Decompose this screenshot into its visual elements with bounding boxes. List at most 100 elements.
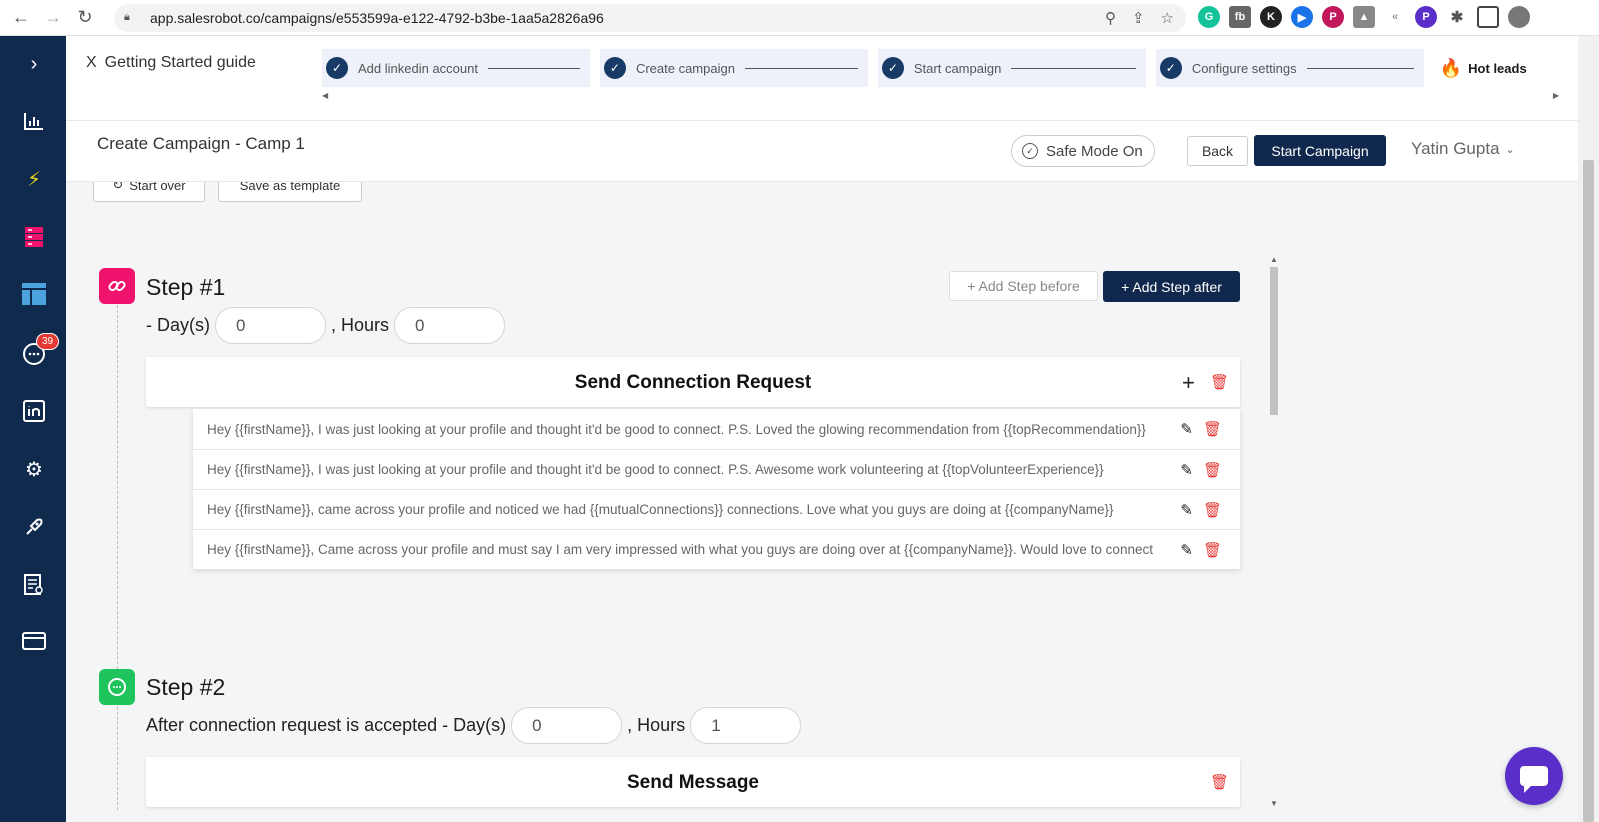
step-2-delay: After connection request is accepted - D…: [146, 707, 802, 744]
add-step-before-button[interactable]: + Add Step before: [949, 271, 1098, 301]
guide-step-hot-leads[interactable]: 🔥 Hot leads: [1433, 49, 1538, 87]
profile-avatar[interactable]: [1508, 6, 1530, 28]
rocket-icon[interactable]: [21, 514, 47, 540]
database-icon[interactable]: [21, 224, 47, 250]
list-item: Hey {{firstName}}, came across your prof…: [193, 489, 1240, 529]
image-extension-icon[interactable]: ▲: [1353, 6, 1375, 28]
step-1-hours-input[interactable]: 0: [394, 307, 506, 344]
k-extension-icon[interactable]: K: [1260, 6, 1282, 28]
back-arrow-icon[interactable]: ←: [10, 7, 32, 29]
page-scrollbar-thumb[interactable]: [1583, 160, 1594, 822]
linkedin-icon[interactable]: [21, 398, 47, 424]
layout-template-icon[interactable]: [21, 281, 47, 307]
delete-trash-icon[interactable]: 🗑︎: [1203, 541, 1222, 559]
guide-step-create-campaign[interactable]: ✓ Create campaign: [599, 49, 868, 87]
guide-title: X Getting Started guide: [86, 54, 256, 72]
scrollbar-thumb[interactable]: [1270, 267, 1278, 415]
user-menu[interactable]: Yatin Gupta ⌄: [1411, 139, 1515, 159]
message-text: Hey {{firstName}}, I was just looking at…: [207, 421, 1146, 437]
list-item: Hey {{firstName}}, I was just looking at…: [193, 449, 1240, 489]
list-item: Hey {{firstName}}, I was just looking at…: [193, 409, 1240, 449]
support-chat-button[interactable]: [1505, 747, 1563, 805]
scroll-down-icon[interactable]: ▼: [1270, 799, 1278, 808]
guide-horizontal-scrollbar[interactable]: ◀ ▶: [322, 91, 1559, 103]
back-button[interactable]: Back: [1187, 136, 1248, 166]
message-bubble-icon: [99, 669, 135, 705]
analytics-chart-icon[interactable]: [21, 108, 47, 134]
lightning-bolt-icon[interactable]: ⚡︎: [21, 166, 47, 192]
check-icon: ✓: [881, 57, 904, 79]
address-bar[interactable]: 🔒︎ app.salesrobot.co/campaigns/e553599a-…: [114, 4, 1186, 32]
safe-mode-toggle[interactable]: ✓ Safe Mode On: [1011, 135, 1155, 167]
campaign-header: Create Campaign - Camp 1 ✓ Safe Mode On …: [66, 120, 1578, 182]
getting-started-guide: X Getting Started guide ✓ Add linkedin a…: [66, 36, 1599, 120]
scroll-left-icon[interactable]: ◀: [322, 91, 328, 100]
fire-icon: 🔥: [1439, 57, 1463, 78]
scroll-right-icon[interactable]: ▶: [1553, 91, 1559, 100]
page-title: Create Campaign - Camp 1: [97, 134, 305, 153]
grammarly-extension-icon[interactable]: G: [1198, 6, 1220, 28]
steps-timeline-line: [117, 300, 118, 810]
rewind-extension-icon[interactable]: «: [1384, 6, 1406, 28]
message-text: Hey {{firstName}}, came across your prof…: [207, 502, 1114, 517]
link-icon: [99, 268, 135, 304]
step-2-days-input[interactable]: 0: [511, 707, 623, 744]
list-item: Hey {{firstName}}, Came across your prof…: [193, 529, 1240, 569]
send-connection-request-card: Send Connection Request + 🗑︎: [146, 357, 1240, 407]
puzzle-extensions-icon[interactable]: ✱: [1446, 6, 1468, 28]
guide-step-add-linkedin[interactable]: ✓ Add linkedin account: [322, 49, 590, 87]
delete-trash-icon[interactable]: 🗑︎: [1203, 461, 1222, 479]
check-icon: ✓: [326, 57, 348, 79]
chevron-down-icon: ⌄: [1505, 143, 1515, 156]
zoom-icon[interactable]: ⚲: [1105, 9, 1116, 27]
message-text: Hey {{firstName}}, I was just looking at…: [207, 462, 1104, 477]
edit-pencil-icon[interactable]: ✎: [1180, 420, 1193, 438]
p-extension-icon[interactable]: P: [1322, 6, 1344, 28]
action-title: Send Message: [627, 772, 759, 793]
delete-trash-icon[interactable]: 🗑︎: [1203, 420, 1222, 438]
page-scrollbar[interactable]: [1578, 36, 1599, 822]
report-document-icon[interactable]: [21, 572, 47, 598]
delete-trash-icon[interactable]: 🗑︎: [1203, 501, 1222, 519]
add-variant-plus-icon[interactable]: +: [1182, 370, 1195, 396]
side-panel-icon[interactable]: [1477, 6, 1499, 28]
guide-step-start-campaign[interactable]: ✓ Start campaign: [877, 49, 1146, 87]
close-guide-icon[interactable]: X: [86, 54, 97, 72]
delete-trash-icon[interactable]: 🗑︎: [1210, 773, 1229, 791]
purple-extension-icon[interactable]: P: [1415, 6, 1437, 28]
bookmark-star-icon[interactable]: ☆: [1161, 9, 1174, 27]
step-1-days-input[interactable]: 0: [215, 307, 326, 344]
edit-pencil-icon[interactable]: ✎: [1180, 461, 1193, 479]
step-2-hours-input[interactable]: 1: [690, 707, 802, 744]
browser-toolbar: ← → ↻ 🔒︎ app.salesrobot.co/campaigns/e55…: [0, 0, 1599, 36]
step-2-title: Step #2: [146, 674, 226, 700]
send-message-card: Send Message 🗑︎: [146, 757, 1240, 807]
forward-arrow-icon[interactable]: →: [42, 7, 64, 29]
scroll-up-icon[interactable]: ▲: [1270, 255, 1278, 264]
app-sidebar: › ⚡︎ 39 ⚙︎: [0, 36, 66, 822]
lock-icon: 🔒︎: [124, 11, 130, 23]
add-step-after-button[interactable]: + Add Step after: [1103, 271, 1240, 302]
share-icon[interactable]: ⇪: [1132, 9, 1145, 27]
message-text: Hey {{firstName}}, Came across your prof…: [207, 542, 1153, 557]
edit-pencil-icon[interactable]: ✎: [1180, 501, 1193, 519]
edit-pencil-icon[interactable]: ✎: [1180, 541, 1193, 559]
delete-trash-icon[interactable]: 🗑︎: [1210, 373, 1229, 391]
chat-bubble-icon: [1520, 766, 1548, 793]
guide-steps: ✓ Add linkedin account ✓ Create campaign…: [322, 49, 1538, 87]
start-campaign-button[interactable]: Start Campaign: [1254, 135, 1386, 166]
steps-scrollbar[interactable]: ▲ ▼: [1268, 255, 1280, 808]
settings-gear-icon[interactable]: ⚙︎: [21, 456, 47, 482]
guide-step-configure-settings[interactable]: ✓ Configure settings: [1155, 49, 1424, 87]
fb-extension-icon[interactable]: fb: [1229, 6, 1251, 28]
check-icon: ✓: [1159, 57, 1182, 79]
unread-messages-badge: 39: [36, 333, 60, 350]
connection-request-messages: Hey {{firstName}}, I was just looking at…: [193, 409, 1240, 569]
step-1-title: Step #1: [146, 274, 226, 300]
billing-card-icon[interactable]: [21, 628, 47, 654]
url-text: app.salesrobot.co/campaigns/e553599a-e12…: [150, 10, 604, 26]
check-circle-icon: ✓: [1022, 143, 1038, 159]
play-extension-icon[interactable]: ▶: [1291, 6, 1313, 28]
expand-chevron-icon[interactable]: ›: [21, 51, 47, 77]
reload-icon[interactable]: ↻: [74, 7, 96, 29]
